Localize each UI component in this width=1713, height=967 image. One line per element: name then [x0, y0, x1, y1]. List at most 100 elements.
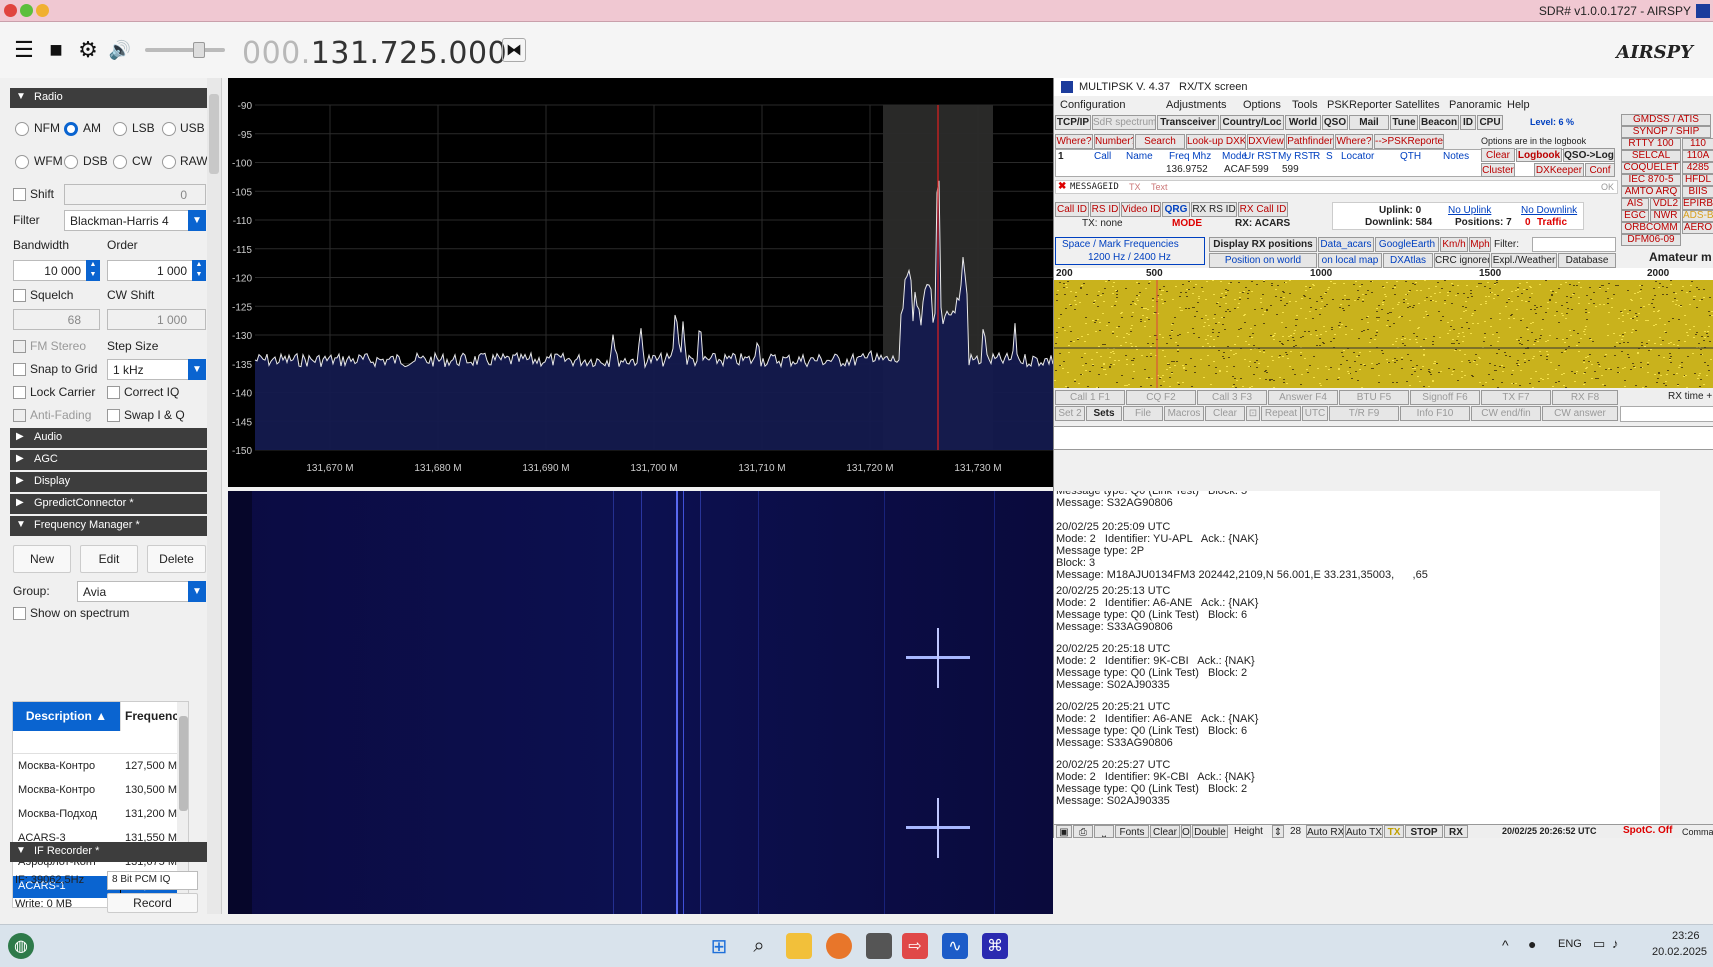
- pathfinder-button[interactable]: Pathfinder: [1286, 134, 1334, 149]
- frequency-manager-section-header[interactable]: ▼ Frequency Manager *: [10, 516, 209, 536]
- am-radio[interactable]: [64, 122, 78, 136]
- bandwidth-field[interactable]: 10 000 ▲ ▼: [13, 260, 100, 281]
- mode-selcal[interactable]: SELCAL: [1621, 150, 1681, 162]
- mode-4285[interactable]: 4285: [1682, 162, 1713, 174]
- tx-tab[interactable]: TX: [1129, 182, 1141, 192]
- height-spinner[interactable]: ⇕: [1272, 825, 1284, 838]
- stop-button[interactable]: STOP: [1405, 825, 1443, 838]
- display-rx-positions-button[interactable]: Display RX positions: [1209, 237, 1317, 252]
- spectrum-plot[interactable]: -90 -95 -100 -105 -110 -115 -120 -125 -130 -135 -1…: [228, 78, 1054, 487]
- log-freq-value[interactable]: 136.9752: [1166, 164, 1208, 175]
- set2-button[interactable]: Set 2: [1055, 406, 1085, 421]
- macros-button[interactable]: Macros: [1164, 406, 1204, 421]
- database-button[interactable]: Database: [1558, 253, 1616, 268]
- mode-adsb[interactable]: ADS-B: [1682, 210, 1713, 222]
- start-icon[interactable]: ⊞: [706, 933, 732, 959]
- show-on-spectrum-checkbox[interactable]: [13, 607, 26, 620]
- cw-radio[interactable]: [113, 155, 127, 169]
- auto-rx-button[interactable]: Auto RX: [1306, 825, 1344, 838]
- menu-pskreporter[interactable]: PSKReporter: [1327, 99, 1392, 111]
- shift-checkbox[interactable]: [13, 188, 26, 201]
- tr-f9-button[interactable]: T/R F9: [1329, 406, 1399, 421]
- clear-log-button[interactable]: Clear: [1150, 825, 1180, 838]
- tx-button[interactable]: TX: [1384, 825, 1404, 838]
- dxkeeper-button[interactable]: DXKeeper: [1534, 163, 1584, 177]
- sdr-spectrum-button[interactable]: SdR spectrum: [1092, 115, 1156, 130]
- agc-section-header[interactable]: ▶ AGC: [10, 450, 209, 470]
- mode-dfm06[interactable]: DFM06-09: [1621, 234, 1681, 246]
- message-log[interactable]: Message type: Q0 (Link Test) Block: 5 Me…: [1054, 491, 1660, 824]
- menu-adjustments[interactable]: Adjustments: [1166, 99, 1227, 111]
- lock-icon[interactable]: ⊡: [1246, 406, 1260, 421]
- frequency-display[interactable]: 000.131.725.000: [242, 36, 507, 71]
- wfm-radio[interactable]: [15, 155, 29, 169]
- log-mode-value[interactable]: ACAF: [1224, 164, 1251, 175]
- stop-icon[interactable]: ■: [42, 36, 70, 64]
- world-button[interactable]: World: [1285, 115, 1321, 130]
- speaker-icon[interactable]: 🔊: [106, 36, 134, 64]
- radio-section-header[interactable]: ▼ Radio: [10, 88, 209, 108]
- lsb-radio[interactable]: [113, 122, 127, 136]
- mode-rtty100[interactable]: RTTY 100: [1621, 138, 1681, 150]
- table-row[interactable]: Москва-Подход 131,200 M: [13, 804, 188, 826]
- spinner-icon[interactable]: ▲ ▼: [86, 260, 100, 281]
- country-loc-button[interactable]: Country/Loc: [1220, 115, 1284, 130]
- spinner-icon[interactable]: ▲ ▼: [192, 260, 206, 281]
- no-uplink-link[interactable]: No Uplink: [1448, 205, 1491, 216]
- menu-satellites[interactable]: Satellites: [1395, 99, 1440, 111]
- usb-radio[interactable]: [162, 122, 176, 136]
- globe-icon[interactable]: ◍: [8, 933, 34, 959]
- mode-110[interactable]: 110: [1682, 138, 1713, 150]
- cw-end-button[interactable]: CW end/fin: [1471, 406, 1541, 421]
- menu-configuration[interactable]: Configuration: [1060, 99, 1125, 111]
- logbook-button[interactable]: Logbook: [1516, 148, 1562, 162]
- volume-slider[interactable]: [145, 42, 225, 58]
- rx-call-id-button[interactable]: RX Call ID: [1238, 202, 1288, 217]
- sets-button[interactable]: Sets: [1086, 406, 1122, 421]
- google-earth-button[interactable]: GoogleEarth: [1375, 237, 1439, 252]
- cw-shift-field[interactable]: 1 000: [107, 309, 206, 330]
- correct-iq-checkbox[interactable]: [107, 386, 120, 399]
- shift-field[interactable]: 0: [64, 184, 206, 205]
- ok-button[interactable]: OK: [1601, 182, 1614, 192]
- rx-button[interactable]: RX: [1444, 825, 1468, 838]
- btu-f5-button[interactable]: BTU F5: [1339, 390, 1409, 405]
- dxatlas-button[interactable]: DXAtlas: [1383, 253, 1433, 268]
- step-size-select[interactable]: 1 kHz ▼: [107, 359, 206, 380]
- minimize-icon[interactable]: [36, 4, 49, 17]
- maximize-icon[interactable]: [20, 4, 33, 17]
- spotc-status[interactable]: SpotC. Off: [1623, 825, 1672, 836]
- language-indicator[interactable]: ENG: [1558, 938, 1582, 950]
- where2-button[interactable]: Where?: [1335, 134, 1373, 149]
- monitor-icon[interactable]: ▭: [1593, 936, 1605, 952]
- chevron-up-icon[interactable]: ^: [1502, 937, 1509, 953]
- rx-time-field[interactable]: [1620, 406, 1713, 422]
- rs-id-button[interactable]: RS ID: [1090, 202, 1120, 217]
- frequency-column-header[interactable]: Frequency: [120, 702, 186, 731]
- auto-tx-button[interactable]: Auto TX: [1345, 825, 1383, 838]
- ol-button[interactable]: Ol: [1181, 825, 1191, 838]
- position-on-world-button[interactable]: Position on world: [1209, 253, 1317, 268]
- space-mark-value[interactable]: 1200 Hz / 2400 Hz: [1088, 252, 1171, 263]
- table-row[interactable]: Москва-Контро 130,500 M: [13, 780, 188, 802]
- repeat-button[interactable]: Repeat: [1261, 406, 1301, 421]
- waterfall-display[interactable]: [228, 491, 1053, 914]
- scroll-icon[interactable]: ⎵: [1094, 825, 1114, 838]
- search-icon[interactable]: ⌕: [746, 933, 772, 959]
- clock-time[interactable]: 23:26: [1672, 930, 1700, 942]
- volume-slider-thumb[interactable]: [193, 42, 205, 58]
- qso-button[interactable]: QSO: [1322, 115, 1348, 130]
- microphone-icon[interactable]: ●: [1528, 936, 1536, 952]
- mode-egc[interactable]: EGC: [1621, 210, 1649, 222]
- signoff-f6-button[interactable]: Signoff F6: [1410, 390, 1480, 405]
- tx-f7-button[interactable]: TX F7: [1481, 390, 1551, 405]
- menu-help[interactable]: Help: [1507, 99, 1530, 111]
- id-button[interactable]: ID: [1460, 115, 1476, 130]
- transceiver-button[interactable]: Transceiver: [1157, 115, 1219, 130]
- cq-f2-button[interactable]: CQ F2: [1126, 390, 1196, 405]
- wave-app-icon[interactable]: ∿: [942, 933, 968, 959]
- raw-radio[interactable]: [162, 155, 176, 169]
- search-button[interactable]: Search: [1135, 134, 1185, 149]
- on-local-map-button[interactable]: on local map: [1318, 253, 1382, 268]
- nfm-radio[interactable]: [15, 122, 29, 136]
